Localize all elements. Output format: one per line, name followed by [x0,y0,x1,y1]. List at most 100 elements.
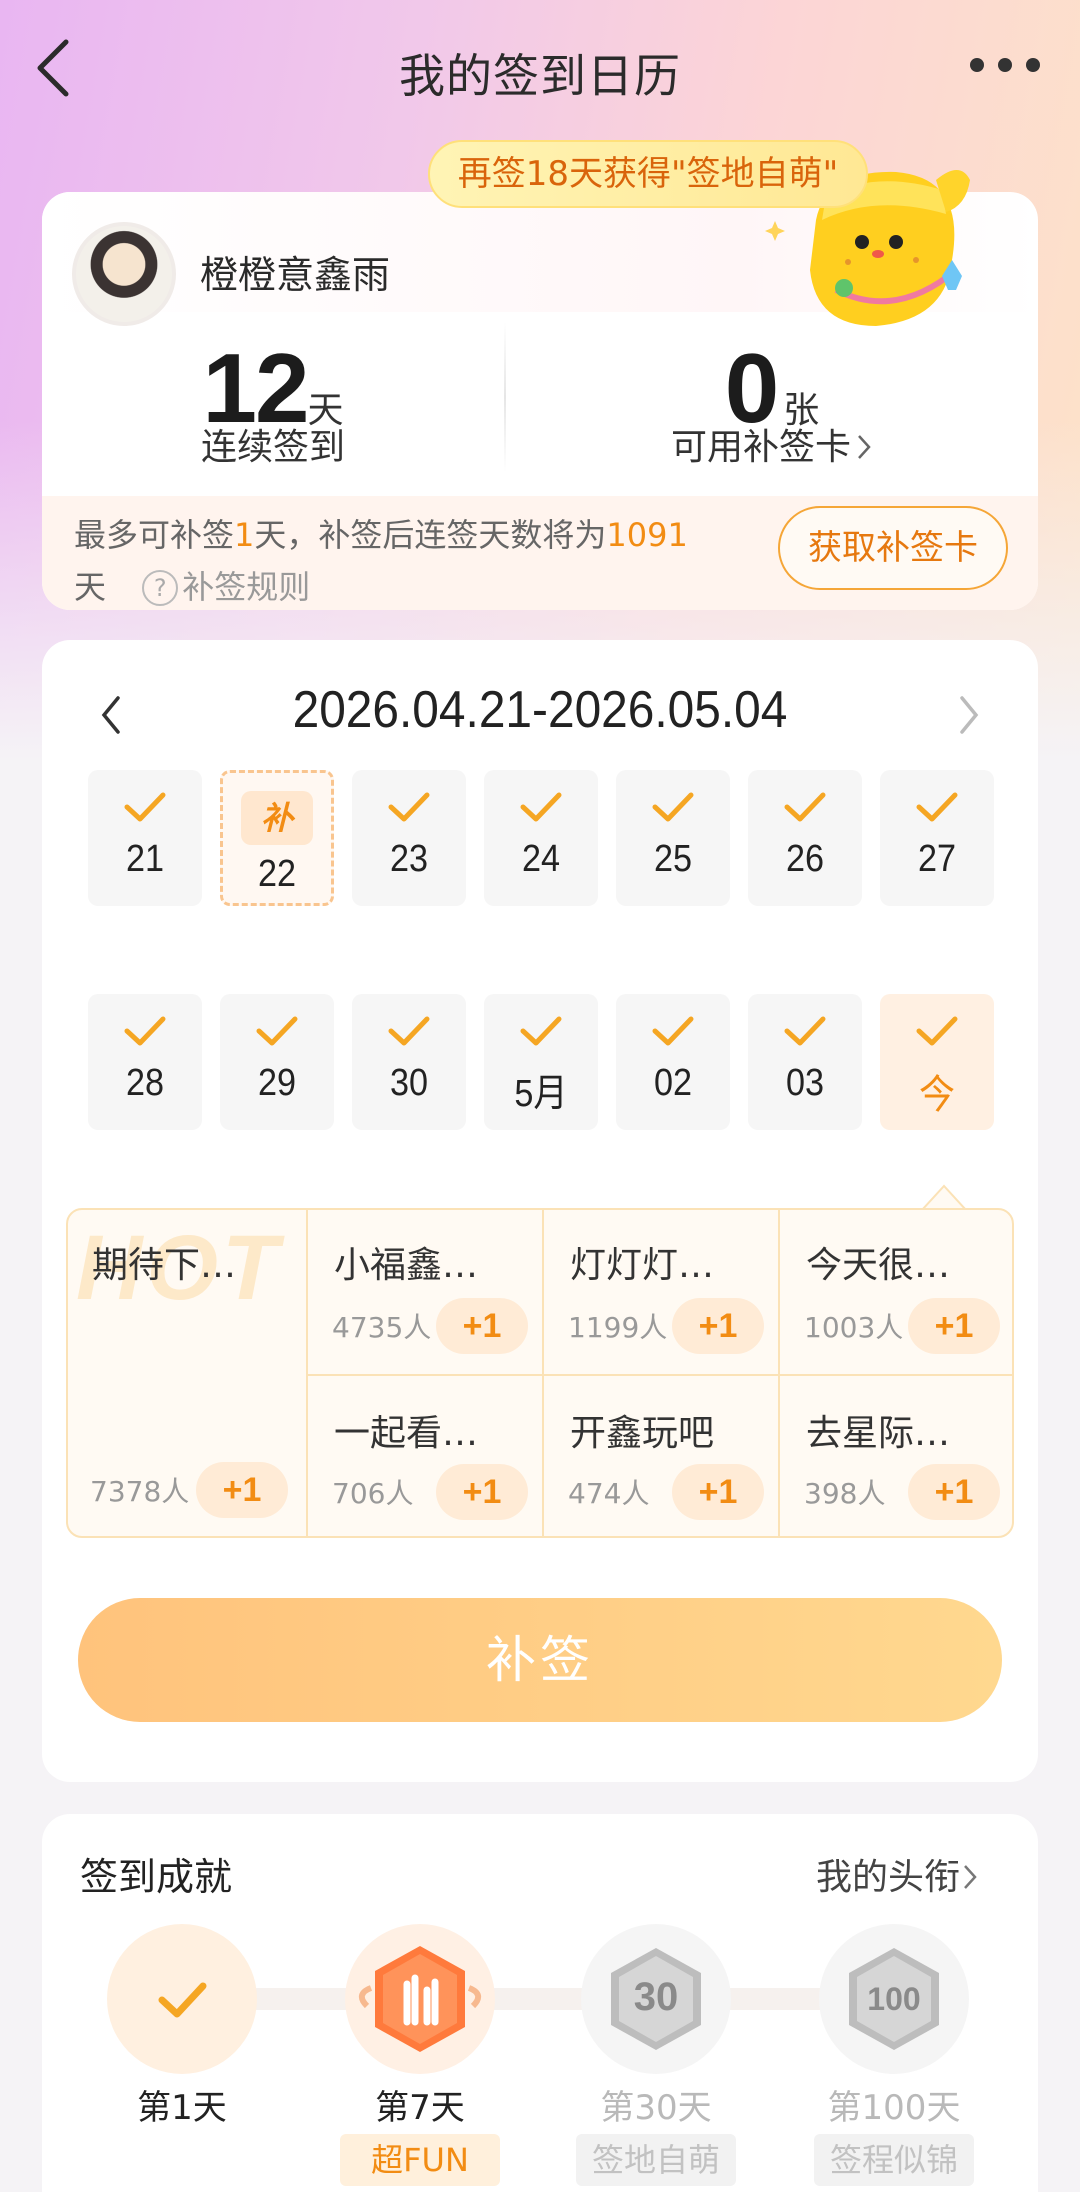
makeup-tip-line2: 天 ? 补签规则 [74,568,311,606]
checkmark-icon [220,994,334,1056]
reward-banner: 再签18天获得"签地自萌" [428,140,868,208]
topic-name: 灯灯灯… [570,1245,715,1286]
chevron-right-icon [964,1865,977,1889]
topic-count: 7378人 [90,1475,190,1508]
achievements-title: 签到成就 [80,1855,233,1899]
calendar-day-5月[interactable]: 5月 [484,994,598,1130]
topic-featured[interactable]: HOT 期待下… 7378人 +1 [68,1210,306,1536]
cards-label: 可用补签卡 [670,427,851,468]
calendar-day-22[interactable]: 补 22 [220,770,334,906]
day-number: 5月 [514,1073,568,1115]
progress-track [180,1988,900,2010]
plus-one-button[interactable]: +1 [436,1464,528,1520]
day-number: 25 [653,838,693,880]
milestone-day-label: 第100天 [827,2088,961,2128]
plus-one-button[interactable]: +1 [672,1298,764,1354]
day-number: 今 [919,1072,955,1118]
pointer-arrow-icon [922,1184,966,1210]
topic-count: 398人 [804,1477,886,1510]
milestone-title-tag: 超FUN [340,2134,500,2186]
calendar-day-27[interactable]: 27 [880,770,994,906]
calendar-day-02[interactable]: 02 [616,994,730,1130]
plus-one-button[interactable]: +1 [672,1464,764,1520]
milestone-badge-2[interactable] [345,1924,495,2074]
topic-name: 去星际… [806,1413,951,1454]
plus-one-button[interactable]: +1 [436,1298,528,1354]
next-week-icon[interactable] [954,690,984,740]
day-number: 02 [653,1062,693,1104]
checkmark-icon [88,994,202,1056]
plus-one-button[interactable]: +1 [908,1464,1000,1520]
days-badge-icon: 100 [849,1948,939,2050]
topic-count: 1199人 [568,1311,668,1344]
calendar-day-30[interactable]: 30 [352,994,466,1130]
topic-cell[interactable]: 开鑫玩吧 474人 +1 [542,1374,782,1536]
checkmark-icon [880,770,994,832]
topic-count: 4735人 [332,1311,432,1344]
calendar-day-25[interactable]: 25 [616,770,730,906]
topic-grid: HOT 期待下… 7378人 +1 小福鑫… 4735人 +1 灯灯灯… 1199人 +1… [66,1208,1014,1538]
plus-one-button[interactable]: +1 [196,1462,288,1518]
topic-name: 期待下… [92,1245,237,1286]
checkmark-icon [352,770,466,832]
topic-count: 1003人 [804,1311,904,1344]
rock-hand-icon [358,1946,482,2052]
topic-name: 今天很… [806,1245,951,1286]
day-number: 03 [785,1062,825,1104]
my-titles-link[interactable]: 我的头衔 [816,1848,978,1900]
topic-cell[interactable]: 小福鑫… 4735人 +1 [306,1210,546,1376]
topic-cell[interactable]: 一起看… 706人 +1 [306,1374,546,1536]
day-number: 22 [257,853,297,895]
milestone-badge-3[interactable]: 30 [581,1924,731,2074]
milestone-day-label: 第30天 [600,2088,712,2128]
day-number: 26 [785,838,825,880]
calendar-day-21[interactable]: 21 [88,770,202,906]
more-options-icon[interactable] [970,58,1040,74]
checkmark-icon [88,770,202,832]
makeup-rules-link[interactable]: 补签规则 [182,568,310,606]
topic-cell[interactable]: 灯灯灯… 1199人 +1 [542,1210,782,1376]
day-number: 21 [125,838,165,880]
question-mark-icon[interactable]: ? [142,570,179,606]
badge-number: 30 [634,1975,679,2019]
calendar-day-今[interactable]: 今 [880,994,994,1130]
checkmark-icon [748,994,862,1056]
topic-cell[interactable]: 今天很… 1003人 +1 [778,1210,1012,1376]
badge-number: 100 [867,1981,920,2017]
milestone-badge-1[interactable] [107,1924,257,2074]
days-badge-icon: 30 [611,1948,701,2050]
topic-count: 474人 [568,1477,650,1510]
calendar-day-26[interactable]: 26 [748,770,862,906]
day-number: 27 [917,838,957,880]
calendar-day-03[interactable]: 03 [748,994,862,1130]
milestone-title-tag: 签地自萌 [576,2134,736,2186]
makeup-badge: 补 [241,791,313,845]
checkmark-icon [484,770,598,832]
checkmark-icon [352,994,466,1056]
topic-cell[interactable]: 去星际… 398人 +1 [778,1374,1012,1536]
plus-one-button[interactable]: +1 [908,1298,1000,1354]
date-range: 2026.04.21-2026.05.04 [292,681,788,739]
topic-name: 开鑫玩吧 [570,1413,715,1454]
calendar-day-23[interactable]: 23 [352,770,466,906]
checkmark-icon [484,994,598,1056]
avatar[interactable] [72,222,176,326]
chevron-right-icon [858,435,871,459]
makeup-tip-line1: 最多可补签1天，补签后连签天数将为1091 [74,516,688,554]
milestone-day-label: 第7天 [375,2088,465,2128]
calendar-day-28[interactable]: 28 [88,994,202,1130]
day-number: 28 [125,1062,165,1104]
calendar-day-29[interactable]: 29 [220,994,334,1130]
milestone-day-label: 第1天 [137,2088,227,2128]
milestone-title-tag: 签程似锦 [814,2134,974,2186]
username: 橙橙意鑫雨 [200,253,391,297]
day-number: 29 [257,1062,297,1104]
makeup-cards-link[interactable]: 可用补签卡 [506,418,1038,470]
calendar-day-24[interactable]: 24 [484,770,598,906]
page-title: 我的签到日历 [399,49,681,103]
milestone-badge-4[interactable]: 100 [819,1924,969,2074]
checkmark-icon [616,770,730,832]
get-makeup-card-button[interactable]: 获取补签卡 [778,506,1008,590]
makeup-sign-button[interactable]: 补签 [78,1598,1002,1722]
checkmark-icon [616,994,730,1056]
